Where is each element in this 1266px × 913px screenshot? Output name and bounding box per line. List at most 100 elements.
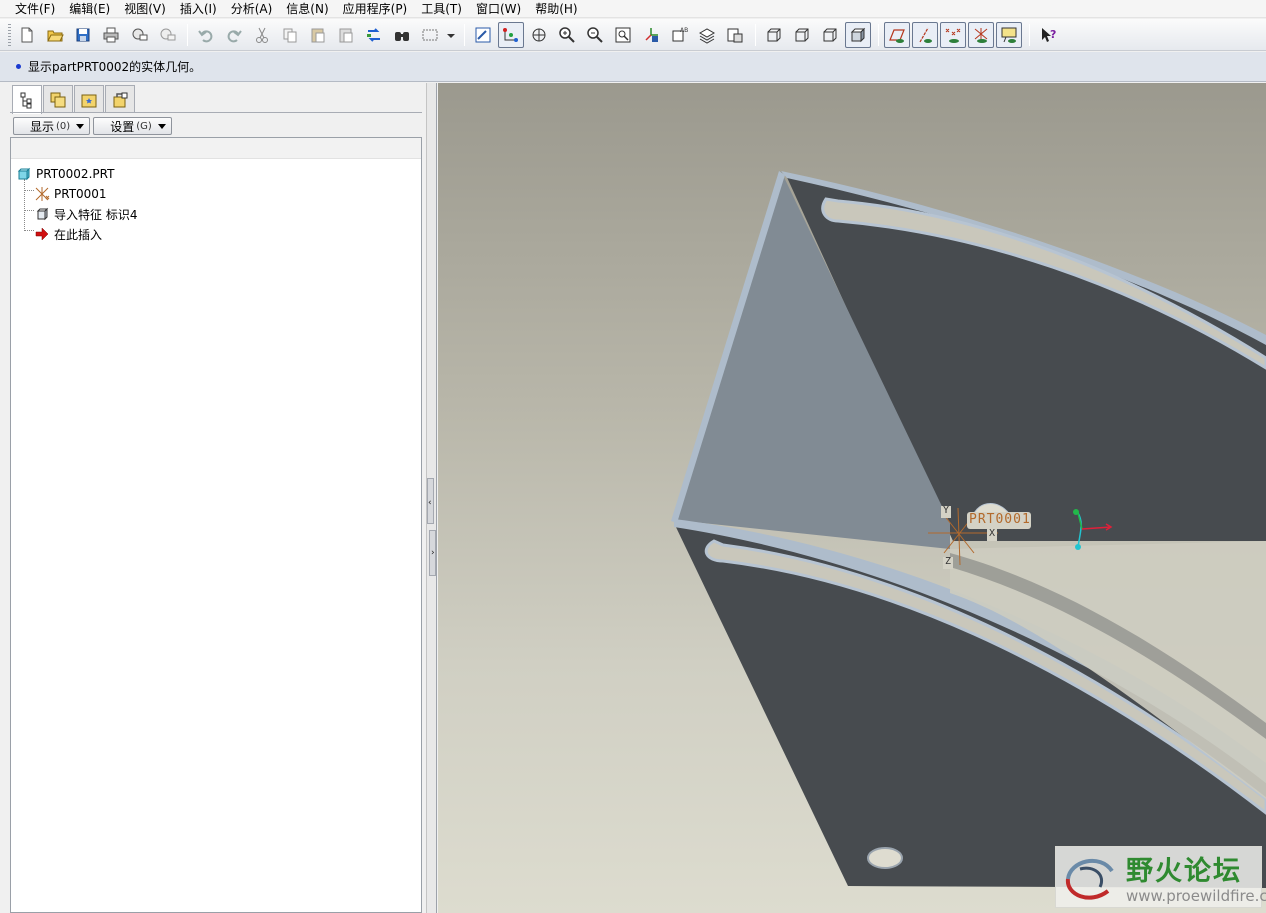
context-help-icon[interactable]: ? [1035,22,1061,48]
menu-view[interactable]: 视图(V) [117,1,173,17]
toolbar-separator [878,23,879,46]
model-tree-icon [20,92,32,109]
chevron-down-icon[interactable] [445,22,457,48]
settings-label: 设置 [110,119,135,134]
tree-controls: 显示 (0) 设置 (G) [13,117,175,135]
csys-axis-z-label: Z [945,556,952,567]
undo-icon[interactable] [193,22,219,48]
tree-item-label: PRT0002.PRT [36,167,115,181]
forum-logo-icon [1065,859,1114,900]
menu-tools[interactable]: 工具(T) [414,1,469,17]
tree-item-insert-here[interactable]: 在此插入 [11,224,421,244]
menu-window[interactable]: 窗口(W) [469,1,528,17]
print-icon[interactable] [98,22,124,48]
layers-icon[interactable] [694,22,720,48]
folder-browser-icon [50,92,66,107]
svg-text:AB: AB [680,27,688,34]
tab-divider [10,112,422,113]
tab-favorites[interactable] [74,85,104,113]
datum-axes-icon[interactable] [912,21,938,48]
open-folder-icon[interactable] [42,22,68,48]
cut-icon[interactable] [249,22,275,48]
part-icon [16,166,32,182]
coordinate-system-icon [34,186,50,202]
watermark-title: 野火论坛 [1126,856,1242,887]
select-box-icon[interactable] [417,22,443,48]
csys-label: PRT0001 [969,512,1031,527]
mail-attach-icon[interactable] [154,22,180,48]
copy-icon[interactable] [277,22,303,48]
chevron-down-icon [76,123,85,129]
favorites-icon [81,94,97,107]
paste-icon[interactable] [305,22,331,48]
send-mail-icon[interactable] [126,22,152,48]
regenerate-icon[interactable] [361,22,387,48]
menu-file[interactable]: 文件(F) [8,1,62,17]
model-tree-header [11,138,421,159]
show-label: 显示 [30,119,55,134]
no-hidden-icon[interactable] [817,22,843,48]
save-icon[interactable] [70,22,96,48]
message-area: 显示partPRT0002的实体几何。 [0,52,1266,82]
menu-bar: 文件(F) 编辑(E) 视图(V) 插入(I) 分析(A) 信息(N) 应用程序… [0,0,1266,18]
panel-splitter[interactable]: ‹ › [426,83,437,913]
tab-model-tree[interactable] [12,85,42,114]
message-text: 显示partPRT0002的实体几何。 [28,60,202,74]
zoom-out-icon[interactable] [582,22,608,48]
tree-item-label: PRT0001 [54,187,107,201]
menu-info[interactable]: 信息(N) [279,1,335,17]
import-feature-icon [34,206,50,222]
spin-center-icon[interactable] [498,21,524,48]
toolbar-separator [755,23,756,46]
watermark-url: www.proewildfire.cn [1126,887,1266,905]
menu-help[interactable]: 帮助(H) [528,1,584,17]
navigator-tabs [12,85,136,114]
chevron-down-icon [157,123,166,129]
tree-item-root-part[interactable]: PRT0002.PRT [11,164,421,184]
navigator-panel: 显示 (0) 设置 (G) PRT0002.PRT PRT0001 导入特征 标… [0,83,426,913]
model-tree: PRT0002.PRT PRT0001 导入特征 标识4 在此插入 [10,137,422,913]
tree-item-label: 在此插入 [54,227,103,242]
view-manager-icon[interactable] [722,22,748,48]
csys-axis-x-label: X [989,528,996,539]
saved-views-icon[interactable]: AB [666,22,692,48]
toolbar-separator [464,23,465,46]
graphics-window[interactable]: PRT0001 Y X Z [438,83,1266,913]
message-bullet-icon [16,64,21,69]
wireframe-icon[interactable] [761,22,787,48]
datum-points-icon[interactable] [940,21,966,48]
coordinate-systems-icon[interactable] [968,21,994,48]
shading-icon[interactable] [845,21,871,48]
settings-dropdown-button[interactable]: 设置 (G) [93,117,172,135]
zoom-in-icon[interactable] [554,22,580,48]
toolbar-separator [187,23,188,46]
connections-icon [113,92,128,107]
find-icon[interactable] [389,22,415,48]
annotations-icon[interactable] [996,21,1022,48]
tab-folder-browser[interactable] [43,85,73,113]
show-dropdown-button[interactable]: 显示 (0) [13,117,91,135]
model-viewport[interactable] [438,83,1266,913]
model-tree-list: PRT0002.PRT PRT0001 导入特征 标识4 在此插入 [11,159,421,244]
settings-accelerator: (G) [136,120,152,132]
menu-insert[interactable]: 插入(I) [173,1,224,17]
part-mounting-hole [867,847,903,869]
proe-main-window: 文件(F) 编辑(E) 视图(V) 插入(I) 分析(A) 信息(N) 应用程序… [0,0,1266,913]
menu-analysis[interactable]: 分析(A) [224,1,280,17]
reorient-icon[interactable] [638,22,664,48]
tab-connections[interactable] [105,85,135,113]
tree-item-csys[interactable]: PRT0001 [11,184,421,204]
repaint-icon[interactable] [470,22,496,48]
new-file-icon[interactable] [14,22,40,48]
hidden-line-icon[interactable] [789,22,815,48]
menu-applications[interactable]: 应用程序(P) [336,1,415,17]
tree-item-import-feature[interactable]: 导入特征 标识4 [11,204,421,224]
redo-icon[interactable] [221,22,247,48]
menu-edit[interactable]: 编辑(E) [62,1,117,17]
paste-special-icon[interactable] [333,22,359,48]
orient-mode-icon[interactable] [526,22,552,48]
insert-here-arrow-icon [34,226,50,242]
toolbar-grip[interactable] [8,23,11,46]
datum-planes-icon[interactable] [884,21,910,48]
refit-icon[interactable] [610,22,636,48]
